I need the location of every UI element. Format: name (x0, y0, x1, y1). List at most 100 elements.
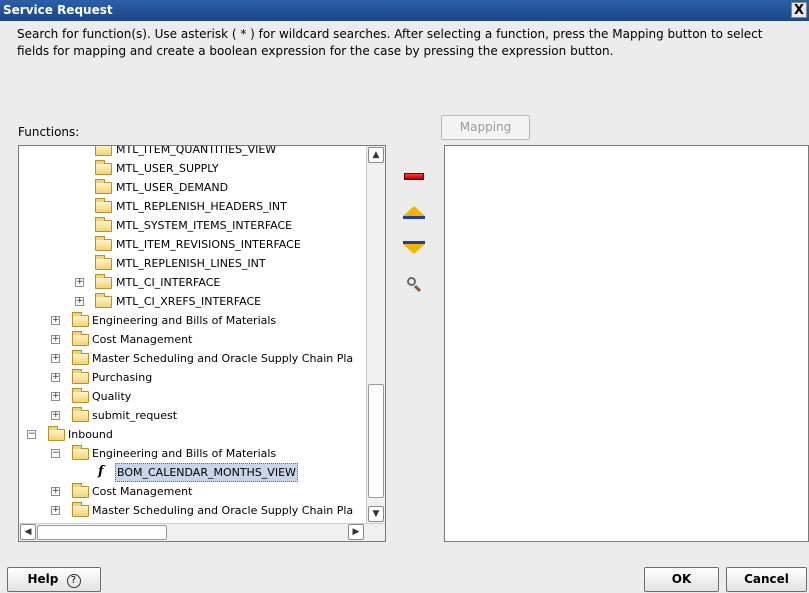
tree-item[interactable]: + Master Scheduling and Oracle Supply Ch… (19, 501, 366, 520)
tree-item-label: MTL_USER_SUPPLY (116, 162, 219, 175)
folder-icon (95, 198, 112, 213)
expand-icon[interactable]: + (51, 373, 60, 382)
folder-open-icon (48, 426, 65, 441)
tree-item-label: MTL_REPLENISH_HEADERS_INT (116, 200, 287, 213)
tree-item[interactable]: MTL_USER_SUPPLY (19, 159, 366, 178)
tree-item-label: MTL_ITEM_QUANTITIES_VIEW (116, 146, 277, 156)
tree-item-label: Engineering and Bills of Materials (92, 447, 277, 460)
tree-item[interactable]: + MTL_CI_INTERFACE (19, 273, 366, 292)
tree-item[interactable]: + Engineering and Bills of Materials (19, 311, 366, 330)
scroll-up-icon[interactable]: ▲ (368, 147, 384, 163)
arrow-up-icon (403, 206, 425, 219)
scroll-down-icon[interactable]: ▼ (368, 506, 384, 522)
horizontal-scroll-thumb[interactable] (37, 525, 167, 540)
help-icon: ? (66, 574, 81, 588)
mapping-panel (444, 145, 809, 542)
tree-item-label: Quality (92, 390, 132, 403)
folder-icon (95, 160, 112, 175)
tree-item[interactable]: + Master Scheduling and Oracle Supply Ch… (19, 349, 366, 368)
folder-icon (95, 179, 112, 194)
tree-item[interactable]: f BOM_CALENDAR_MONTHS_VIEW (19, 463, 366, 482)
collapse-icon[interactable]: − (27, 430, 36, 439)
cancel-button[interactable]: Cancel (726, 567, 807, 592)
tree-item-label: MTL_USER_DEMAND (116, 181, 229, 194)
folder-icon (95, 255, 112, 270)
folder-icon (95, 293, 112, 308)
help-button[interactable]: Help ? (7, 567, 101, 592)
tree-item[interactable]: MTL_ITEM_REVISIONS_INTERFACE (19, 235, 366, 254)
tree-item[interactable]: + Cost Management (19, 330, 366, 349)
folder-icon (72, 483, 89, 498)
tree-rows: MTL_ITEM_QUANTITIES_VIEW MTL_USER_SUPPLY… (19, 146, 366, 524)
vertical-scroll-thumb[interactable] (368, 384, 384, 498)
tree-item-label: Cost Management (92, 485, 193, 498)
expand-icon[interactable]: + (51, 411, 60, 420)
folder-open-icon (72, 445, 89, 460)
folder-icon (72, 312, 89, 327)
functions-tree[interactable]: MTL_ITEM_QUANTITIES_VIEW MTL_USER_SUPPLY… (18, 145, 386, 542)
title-bar: Service Request X (0, 0, 809, 21)
tree-item-label: Inbound (68, 428, 113, 441)
tree-item[interactable]: MTL_USER_DEMAND (19, 178, 366, 197)
collapse-icon[interactable]: − (51, 449, 60, 458)
expand-icon[interactable]: + (51, 335, 60, 344)
folder-icon (95, 236, 112, 251)
tree-item[interactable]: − Engineering and Bills of Materials (19, 444, 366, 463)
expand-icon[interactable]: + (51, 392, 60, 401)
instructions-text: Search for function(s). Use asterisk ( *… (17, 27, 763, 58)
expand-icon[interactable]: + (75, 278, 84, 287)
tree-item[interactable]: MTL_REPLENISH_HEADERS_INT (19, 197, 366, 216)
horizontal-scrollbar[interactable]: ◀ ▶ (19, 523, 385, 541)
minus-icon (404, 172, 424, 180)
tree-item[interactable]: MTL_SYSTEM_ITEMS_INTERFACE (19, 216, 366, 235)
tree-item-label: submit_request (92, 409, 178, 422)
move-up-button[interactable] (403, 201, 425, 221)
remove-button[interactable] (403, 166, 425, 186)
search-icon (406, 276, 422, 293)
folder-icon (72, 369, 89, 384)
tree-item[interactable]: MTL_REPLENISH_LINES_INT (19, 254, 366, 273)
expand-icon[interactable]: + (51, 487, 60, 496)
arrow-down-icon (403, 241, 425, 254)
ok-button[interactable]: OK (644, 567, 719, 592)
tree-item-label-selected: BOM_CALENDAR_MONTHS_VIEW (115, 463, 298, 482)
scroll-right-icon[interactable]: ▶ (348, 524, 364, 540)
folder-icon (72, 502, 89, 517)
folder-icon (95, 217, 112, 232)
tree-item[interactable]: − Inbound (19, 425, 366, 444)
folder-icon (72, 331, 89, 346)
tree-item-label: MTL_ITEM_REVISIONS_INTERFACE (116, 238, 301, 251)
tree-item-label: Purchasing (92, 371, 153, 384)
tree-item[interactable]: MTL_ITEM_QUANTITIES_VIEW (19, 146, 366, 159)
tree-item-label: Master Scheduling and Oracle Supply Chai… (92, 504, 354, 517)
move-down-button[interactable] (403, 237, 425, 257)
expand-icon[interactable]: + (51, 354, 60, 363)
tree-item[interactable]: + Purchasing (19, 368, 366, 387)
tree-item[interactable]: + MTL_CI_XREFS_INTERFACE (19, 292, 366, 311)
window-title: Service Request (3, 3, 113, 17)
folder-icon (95, 274, 112, 289)
tree-item-label: MTL_SYSTEM_ITEMS_INTERFACE (116, 219, 293, 232)
tree-item[interactable]: + submit_request (19, 406, 366, 425)
vertical-scrollbar[interactable]: ▲ ▼ (366, 146, 385, 524)
tree-item[interactable]: + Quality (19, 387, 366, 406)
functions-label: Functions: (18, 125, 80, 139)
tree-item-label: MTL_CI_INTERFACE (116, 276, 221, 289)
folder-icon (72, 407, 89, 422)
expand-icon[interactable]: + (51, 506, 60, 515)
tree-item-label: Cost Management (92, 333, 193, 346)
function-icon: f (98, 464, 104, 479)
tree-item-label: Engineering and Bills of Materials (92, 314, 277, 327)
expand-icon[interactable]: + (51, 316, 60, 325)
mapping-button[interactable]: Mapping (441, 115, 530, 140)
search-button[interactable] (403, 274, 425, 294)
tree-item[interactable]: + Cost Management (19, 482, 366, 501)
scroll-left-icon[interactable]: ◀ (20, 524, 36, 540)
folder-icon (95, 146, 112, 156)
close-button[interactable]: X (791, 2, 807, 18)
tree-item-label: MTL_REPLENISH_LINES_INT (116, 257, 266, 270)
folder-icon (72, 350, 89, 365)
folder-icon (72, 388, 89, 403)
help-label: Help (27, 572, 59, 586)
expand-icon[interactable]: + (75, 297, 84, 306)
